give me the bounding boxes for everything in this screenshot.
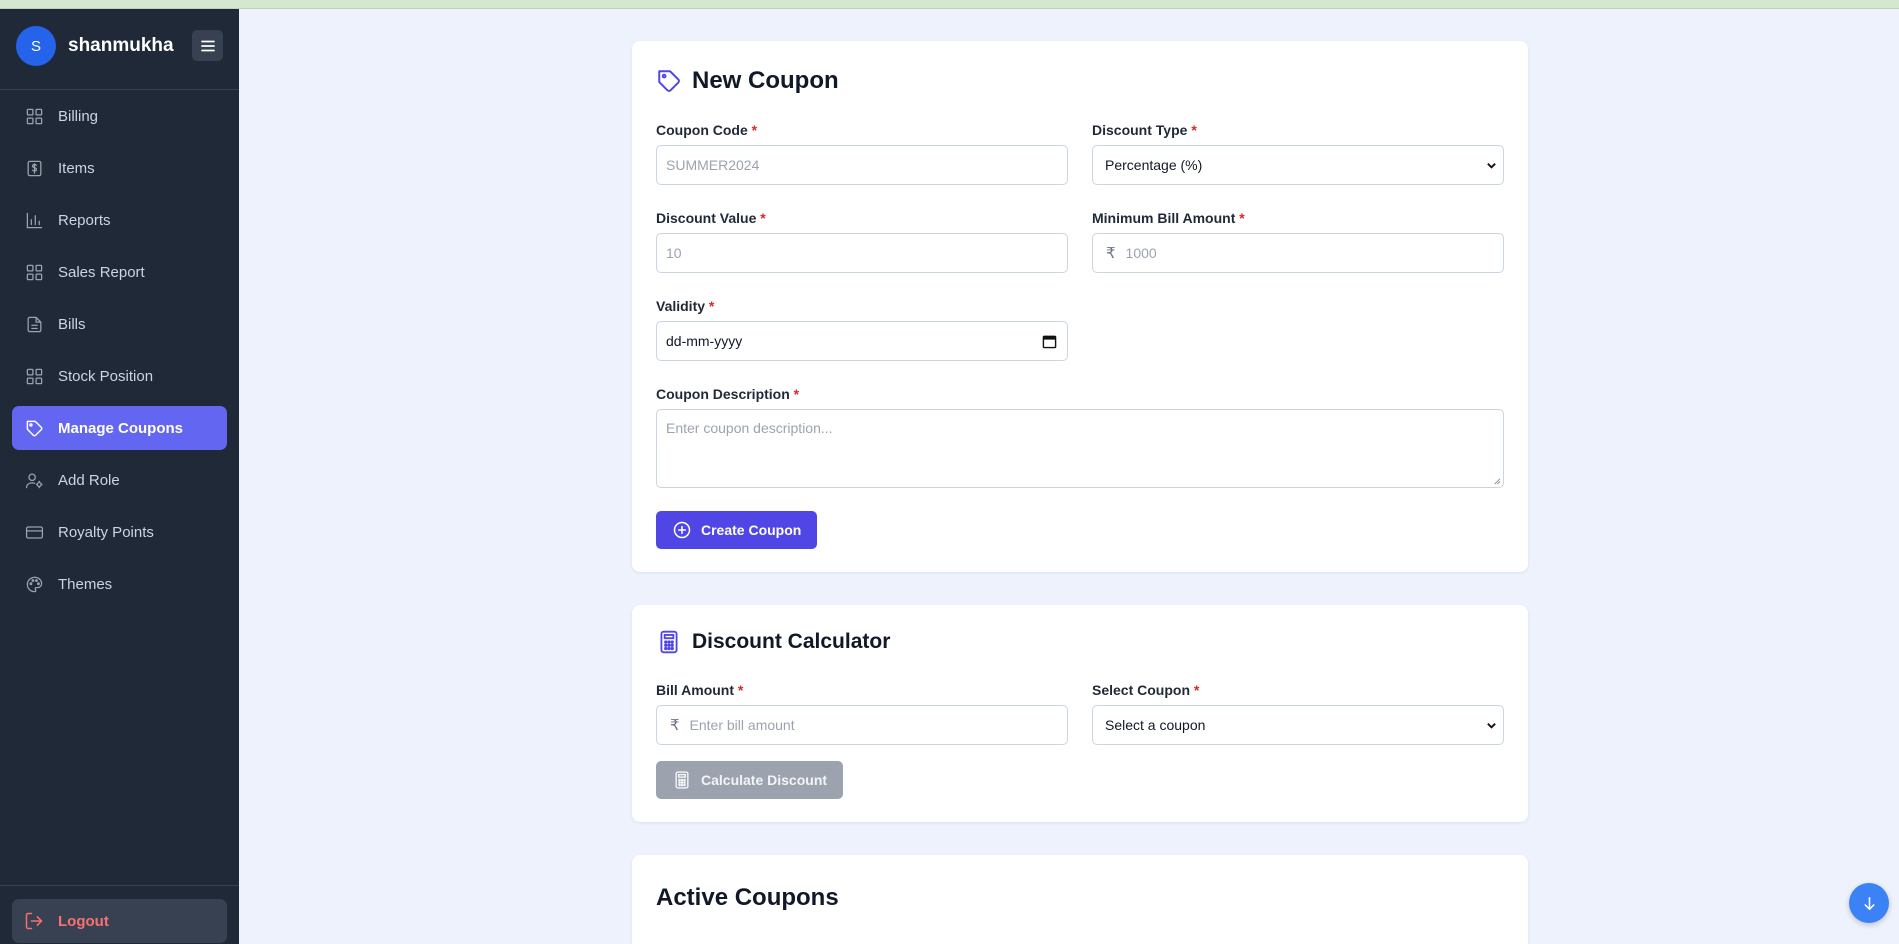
user-gear-icon — [24, 470, 44, 490]
scroll-down-button[interactable] — [1849, 883, 1889, 923]
calculator-title: Discount Calculator — [692, 630, 891, 653]
create-coupon-button[interactable]: Create Coupon — [656, 511, 818, 549]
active-coupons-card: Active Coupons — [632, 855, 1528, 944]
discount-calculator-card: Discount Calculator Bill Amount * ₹ Ente… — [632, 605, 1528, 822]
active-coupons-heading: Active Coupons — [656, 884, 839, 912]
discount-type-select[interactable]: Percentage (%) — [1092, 145, 1504, 185]
sidebar-item-label: Items — [58, 159, 95, 177]
calculator-icon — [672, 770, 692, 790]
bill-amount-input[interactable]: ₹ Enter bill amount — [656, 705, 1068, 745]
sidebar-item-billing[interactable]: Billing — [12, 94, 227, 138]
menu-toggle-button[interactable] — [192, 30, 223, 61]
create-coupon-label: Create Coupon — [701, 522, 802, 538]
discount-value-placeholder: 10 — [666, 245, 682, 261]
sidebar-item-label: Sales Report — [58, 263, 145, 281]
description-placeholder: Enter coupon description... — [666, 420, 833, 436]
credit-card-icon — [24, 522, 44, 542]
logout-button[interactable]: Logout — [12, 899, 227, 943]
select-coupon-value: Select a coupon — [1105, 717, 1206, 733]
calculator-heading: Discount Calculator — [656, 629, 890, 655]
chevron-down-icon — [1487, 163, 1496, 169]
page-title: New Coupon — [692, 67, 839, 94]
rupee-icon: ₹ — [670, 717, 680, 734]
bill-amount-placeholder: Enter bill amount — [689, 717, 795, 733]
new-coupon-card: New Coupon Coupon Code * SUMMER2024 Disc… — [632, 41, 1528, 572]
select-coupon-select[interactable]: Select a coupon — [1092, 705, 1504, 745]
top-strip — [0, 0, 1899, 9]
logout-icon — [24, 911, 44, 931]
discount-type-value: Percentage (%) — [1105, 157, 1203, 173]
discount-value-input[interactable]: 10 — [656, 233, 1068, 273]
sidebar-brand: S shanmukha — [0, 0, 239, 90]
sidebar-item-label: Add Role — [58, 471, 120, 489]
sidebar-item-label: Manage Coupons — [58, 419, 184, 437]
sidebar-item-sales-report[interactable]: Sales Report — [12, 250, 227, 294]
arrow-down-icon — [1863, 896, 1875, 910]
select-coupon-label: Select Coupon * — [1092, 682, 1200, 698]
logout-label: Logout — [58, 912, 109, 930]
plus-circle-icon — [672, 520, 692, 540]
file-text-icon — [24, 314, 44, 334]
new-coupon-heading: New Coupon — [656, 67, 839, 95]
calendar-icon[interactable] — [1042, 334, 1057, 349]
tag-icon — [24, 418, 44, 438]
sidebar: S shanmukha Billing Items Reports Sales … — [0, 0, 239, 944]
palette-icon — [24, 574, 44, 594]
sidebar-item-add-role[interactable]: Add Role — [12, 458, 227, 502]
active-coupons-title: Active Coupons — [656, 884, 839, 911]
sidebar-item-label: Bills — [58, 315, 86, 333]
grid-icon — [24, 106, 44, 126]
description-label: Coupon Description * — [656, 386, 800, 402]
sidebar-item-themes[interactable]: Themes — [12, 562, 227, 606]
coupon-code-label: Coupon Code * — [656, 122, 758, 138]
sidebar-item-label: Reports — [58, 211, 111, 229]
sidebar-item-manage-coupons[interactable]: Manage Coupons — [12, 406, 227, 450]
sidebar-item-items[interactable]: Items — [12, 146, 227, 190]
sidebar-item-stock-position[interactable]: Stock Position — [12, 354, 227, 398]
min-bill-input[interactable]: ₹ 1000 — [1092, 233, 1504, 273]
min-bill-label: Minimum Bill Amount * — [1092, 210, 1245, 226]
description-textarea[interactable]: Enter coupon description... — [656, 409, 1504, 488]
coupon-code-placeholder: SUMMER2024 — [666, 157, 760, 173]
grid-icon — [24, 366, 44, 386]
sidebar-item-label: Stock Position — [58, 367, 154, 385]
min-bill-placeholder: 1000 — [1125, 245, 1157, 261]
bar-chart-icon — [24, 210, 44, 230]
rupee-icon: ₹ — [1106, 245, 1116, 262]
validity-placeholder: dd-mm-yyyy — [666, 333, 743, 349]
discount-type-label: Discount Type * — [1092, 122, 1197, 138]
hamburger-icon — [200, 40, 215, 51]
validity-label: Validity * — [656, 298, 715, 314]
sidebar-footer: Logout — [0, 885, 239, 944]
calculate-discount-button[interactable]: Calculate Discount — [656, 761, 844, 799]
sidebar-item-royalty-points[interactable]: Royalty Points — [12, 510, 227, 554]
tag-icon — [656, 68, 682, 94]
resize-grip-icon[interactable] — [1492, 476, 1501, 485]
sidebar-item-label: Themes — [58, 575, 113, 593]
bill-amount-label: Bill Amount * — [656, 682, 744, 698]
sidebar-item-label: Billing — [58, 107, 99, 125]
calculate-discount-label: Calculate Discount — [701, 772, 828, 788]
username: shanmukha — [68, 35, 174, 56]
discount-value-label: Discount Value * — [656, 210, 766, 226]
validity-date-input[interactable]: dd-mm-yyyy — [656, 321, 1068, 361]
sidebar-item-label: Royalty Points — [58, 523, 154, 541]
sidebar-item-reports[interactable]: Reports — [12, 198, 227, 242]
calculator-icon — [656, 629, 682, 655]
sidebar-nav: Billing Items Reports Sales Report Bills… — [12, 94, 227, 614]
dollar-file-icon — [24, 158, 44, 178]
coupon-code-input[interactable]: SUMMER2024 — [656, 145, 1068, 185]
avatar[interactable]: S — [16, 26, 56, 66]
chevron-down-icon — [1487, 723, 1496, 729]
grid-icon — [24, 262, 44, 282]
sidebar-item-bills[interactable]: Bills — [12, 302, 227, 346]
